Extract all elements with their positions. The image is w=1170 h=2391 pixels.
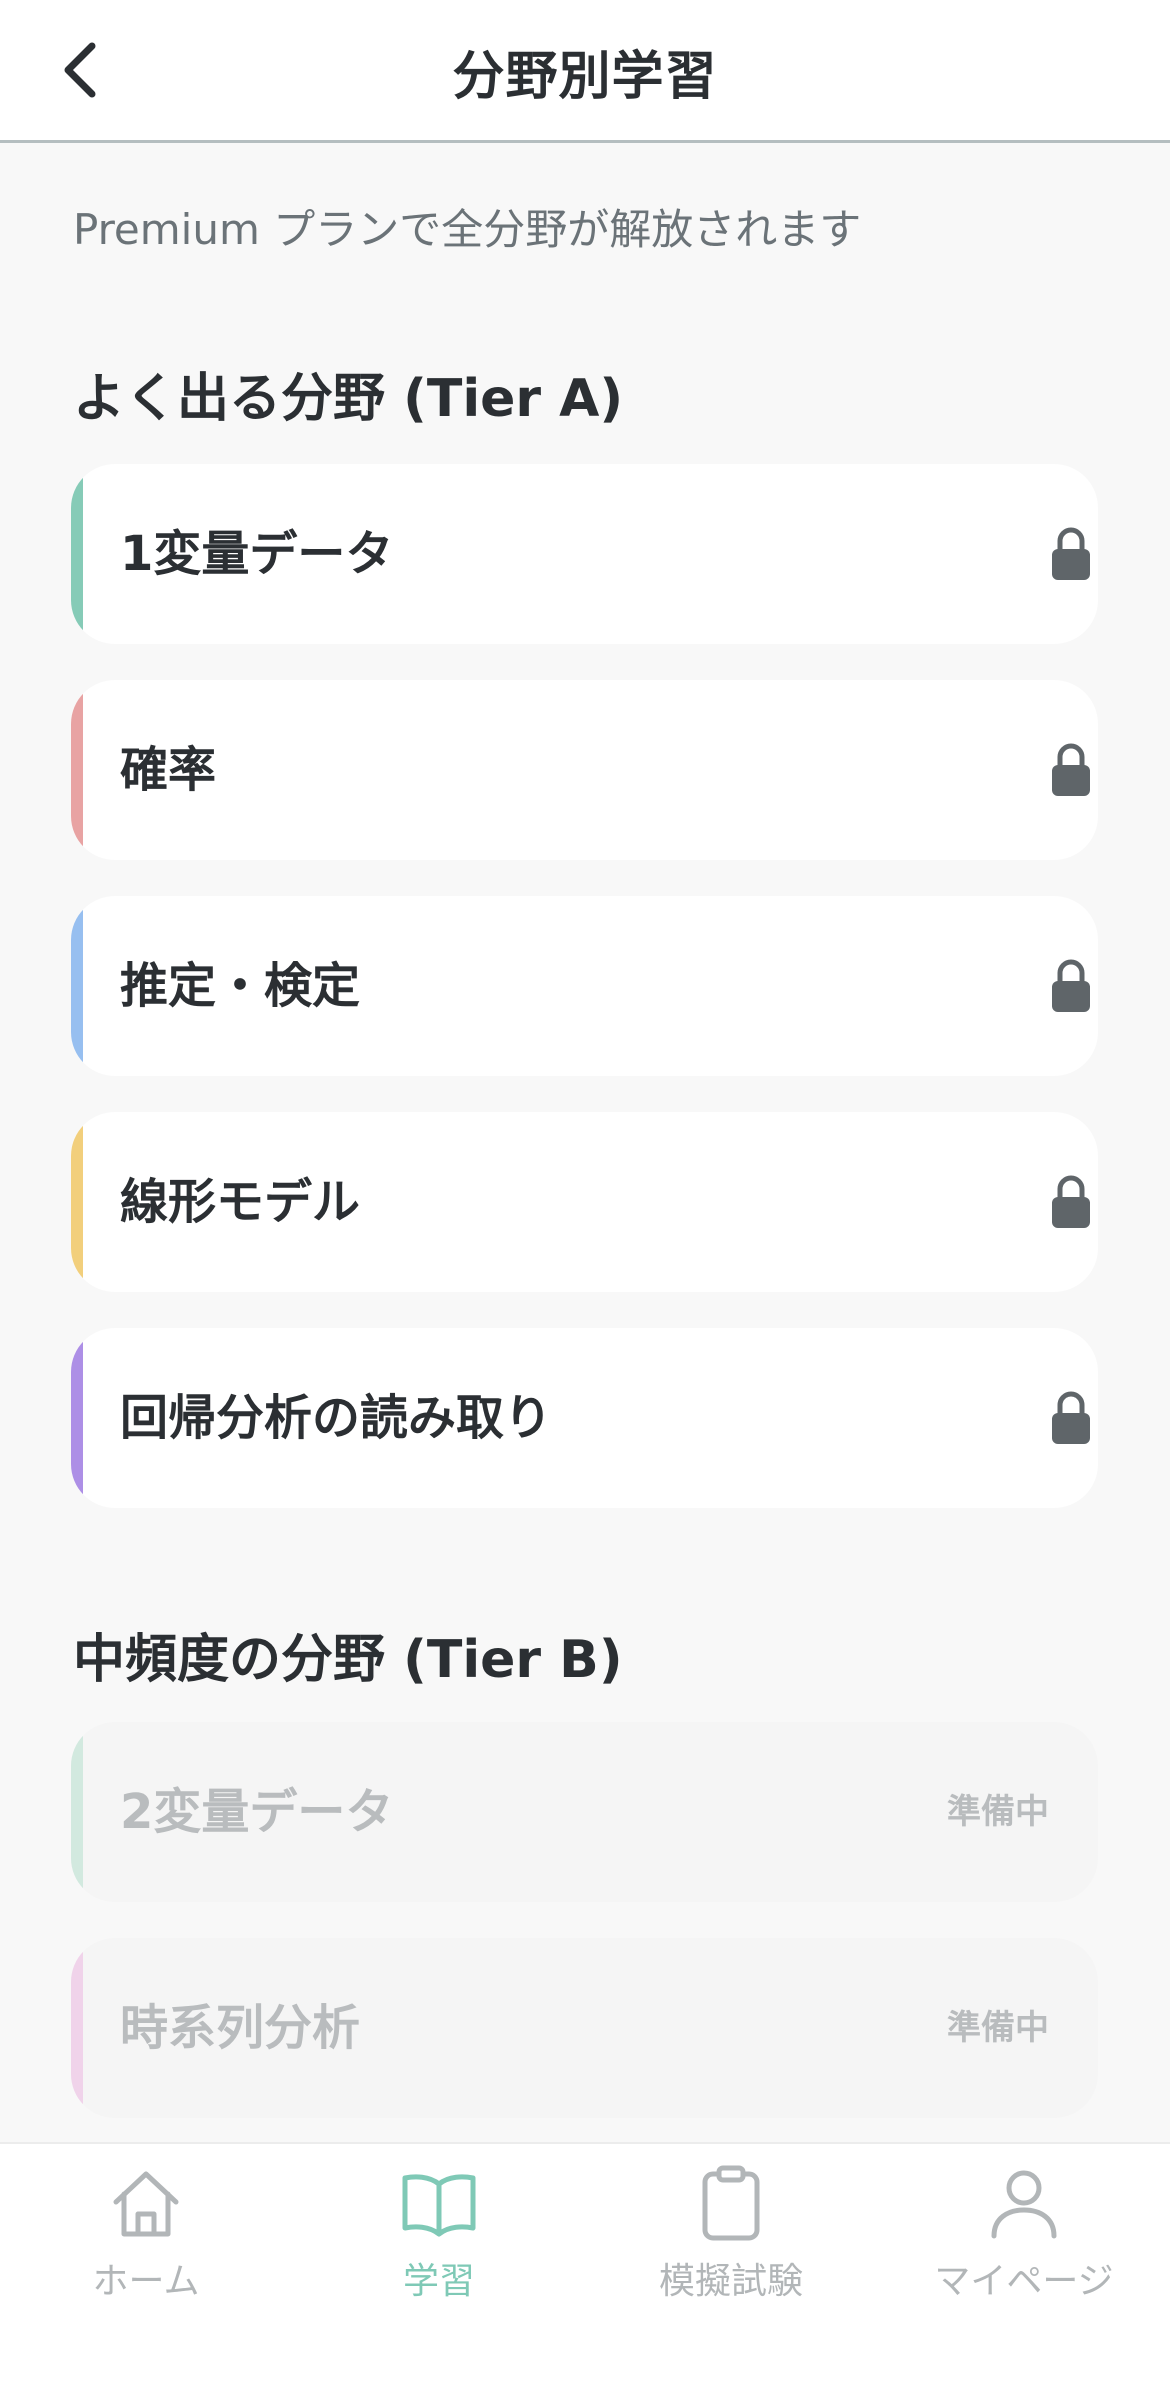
book-icon — [402, 2174, 476, 2237]
premium-notice: Premium プランで全分野が解放されます — [73, 205, 862, 254]
tab-my-page[interactable]: マイページ — [878, 2144, 1170, 2344]
category-label: 2変量データ — [120, 1784, 394, 1840]
tab-mock-exam[interactable]: 模擬試験 — [585, 2144, 877, 2344]
tab-label: ホーム — [92, 2261, 200, 2302]
clipboard-icon — [702, 2165, 760, 2241]
tab-label: マイページ — [934, 2261, 1114, 2302]
category-card-5[interactable]: 回帰分析の読み取り — [71, 1328, 1098, 1508]
lock-icon — [1052, 527, 1090, 580]
card-accent — [71, 1112, 83, 1292]
user-icon — [991, 2170, 1057, 2239]
lock-icon — [1052, 1391, 1090, 1444]
category-label: 回帰分析の読み取り — [120, 1390, 553, 1446]
tab-label: 学習 — [402, 2261, 475, 2302]
lock-icon — [1052, 1175, 1090, 1228]
category-label: 1変量データ — [120, 526, 394, 582]
section-title-tier-b: 中頻度の分野 (Tier B) — [73, 1630, 623, 1690]
category-card-3[interactable]: 推定・検定 — [71, 896, 1098, 1076]
home-icon — [113, 2171, 179, 2237]
card-accent — [71, 1328, 83, 1508]
category-label: 確率 — [120, 742, 217, 798]
tab-label: 模擬試験 — [658, 2261, 803, 2302]
lock-icon — [1052, 743, 1090, 796]
card-accent — [71, 464, 83, 644]
category-card-6: 2変量データ 準備中 — [71, 1722, 1098, 1902]
top-app-bar: 分野別学習 — [0, 0, 1170, 143]
bottom-tab-bar: ホーム 学習 模擬試験 マイページ — [0, 2142, 1170, 2391]
category-card-4[interactable]: 線形モデル — [71, 1112, 1098, 1292]
tab-study[interactable]: 学習 — [293, 2144, 585, 2344]
coming-soon-badge: 準備中 — [947, 2008, 1049, 2048]
category-label: 推定・検定 — [120, 958, 361, 1014]
card-accent — [71, 896, 83, 1076]
lock-icon — [1052, 959, 1090, 1012]
category-label: 線形モデル — [120, 1174, 361, 1230]
section-title-tier-a: よく出る分野 (Tier A) — [73, 369, 624, 429]
category-label: 時系列分析 — [120, 2000, 361, 2056]
tab-home[interactable]: ホーム — [0, 2144, 292, 2344]
category-card-2[interactable]: 確率 — [71, 680, 1098, 860]
category-card-7: 時系列分析 準備中 — [71, 1938, 1098, 2118]
card-accent — [71, 1938, 83, 2118]
page-title: 分野別学習 — [452, 47, 718, 107]
card-accent — [71, 680, 83, 860]
category-card-1[interactable]: 1変量データ — [71, 464, 1098, 644]
card-accent — [71, 1722, 83, 1902]
coming-soon-badge: 準備中 — [947, 1792, 1049, 1832]
